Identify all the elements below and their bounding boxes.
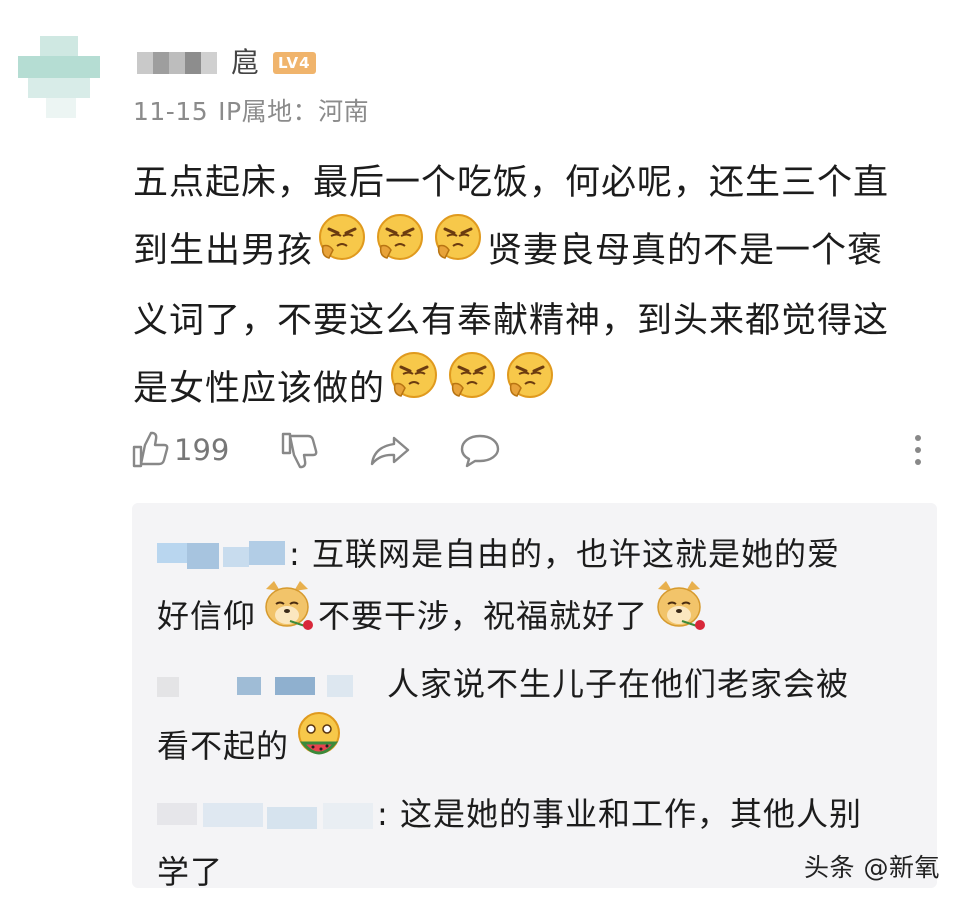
scheming-face-emoji-icon xyxy=(375,212,425,284)
comment-line-text: 贤妻良母真的不是一个褒 xyxy=(487,231,884,271)
reply-text: 这是她的事业和工作，其他人别 xyxy=(388,795,862,833)
scheming-face-emoji-icon xyxy=(317,212,367,284)
reply-text: 互联网是自由的，也许这就是她的爱 xyxy=(300,535,840,573)
thumbs-down-icon xyxy=(281,432,318,469)
reply-username-blurred xyxy=(157,539,289,573)
scheming-face-emoji-icon xyxy=(447,350,497,422)
like-button[interactable]: 199 xyxy=(130,430,229,470)
comment-body: 五点起床，最后一个吃饭，何必呢，还生三个直 到生出男孩 贤妻良母真的不是一个褒 义… xyxy=(133,150,933,426)
thumbs-up-icon xyxy=(132,431,169,468)
avatar[interactable] xyxy=(18,36,100,118)
comment-line-text: 是女性应该做的 xyxy=(133,369,386,409)
reply-separator: : xyxy=(377,795,389,833)
comment-line: 五点起床，最后一个吃饭，何必呢，还生三个直 xyxy=(133,163,890,203)
doge-with-rose-emoji-icon xyxy=(652,579,706,649)
username-blurred xyxy=(137,52,217,74)
comment-line: 到生出男孩 贤妻良母真的不是一个褒 xyxy=(133,214,933,288)
username-row[interactable]: 扈 LV4 xyxy=(137,48,316,78)
scheming-face-emoji-icon xyxy=(433,212,483,284)
reply-username-blurred xyxy=(157,799,377,833)
level-badge: LV4 xyxy=(273,52,316,74)
watermark: 头条 @新氧 xyxy=(804,853,940,882)
dislike-button[interactable] xyxy=(279,430,319,470)
more-options-button[interactable] xyxy=(910,430,926,470)
scheming-face-emoji-icon xyxy=(505,350,555,422)
share-arrow-icon xyxy=(370,436,410,466)
reply-line: 学了 xyxy=(157,853,224,891)
reply-line: 看不起的 xyxy=(157,712,917,783)
reply-text: 好信仰 xyxy=(157,597,257,635)
reply-separator: : xyxy=(289,535,301,573)
reply-item[interactable]: : 这是她的事业和工作，其他人别 学了 xyxy=(157,785,917,901)
share-button[interactable] xyxy=(368,430,412,470)
reply-button[interactable] xyxy=(458,430,502,470)
username-char: 扈 xyxy=(231,46,260,79)
ip-location: IP属地：河南 xyxy=(218,97,370,126)
reply-username-blurred xyxy=(157,669,387,703)
replies-panel: : 互联网是自由的，也许这就是她的爱 好信仰 不要干涉，祝福就好了 人家说不生儿子… xyxy=(132,503,937,891)
scheming-face-emoji-icon xyxy=(389,350,439,422)
vertical-dots-icon xyxy=(915,435,921,465)
reply-item[interactable]: 人家说不生儿子在他们老家会被 看不起的 xyxy=(157,655,917,783)
reply-line: 人家说不生儿子在他们老家会被 xyxy=(157,655,917,713)
comment-meta: 11-15 IP属地：河南 xyxy=(133,92,379,128)
reply-text: 不要干涉，祝福就好了 xyxy=(318,597,649,635)
comment-line-text: 到生出男孩 xyxy=(133,231,314,271)
eating-watermelon-emoji-icon xyxy=(293,709,345,779)
reply-text: 人家说不生儿子在他们老家会被 xyxy=(387,665,850,703)
reply-line: : 互联网是自由的，也许这就是她的爱 xyxy=(157,525,917,583)
like-count: 199 xyxy=(174,433,230,467)
action-bar: 199 xyxy=(130,430,930,480)
comment-date: 11-15 xyxy=(133,97,209,126)
reply-text: 看不起的 xyxy=(157,727,290,765)
reply-line: 好信仰 不要干涉，祝福就好了 xyxy=(157,581,917,653)
speech-bubble-icon xyxy=(460,434,500,468)
doge-with-rose-emoji-icon xyxy=(260,579,314,649)
comment-line: 是女性应该做的 xyxy=(133,352,933,426)
reply-item[interactable]: : 互联网是自由的，也许这就是她的爱 好信仰 不要干涉，祝福就好了 xyxy=(157,525,917,653)
reply-line: : 这是她的事业和工作，其他人别 xyxy=(157,785,917,843)
comment-line: 义词了，不要这么有奉献精神，到头来都觉得这 xyxy=(133,301,890,341)
